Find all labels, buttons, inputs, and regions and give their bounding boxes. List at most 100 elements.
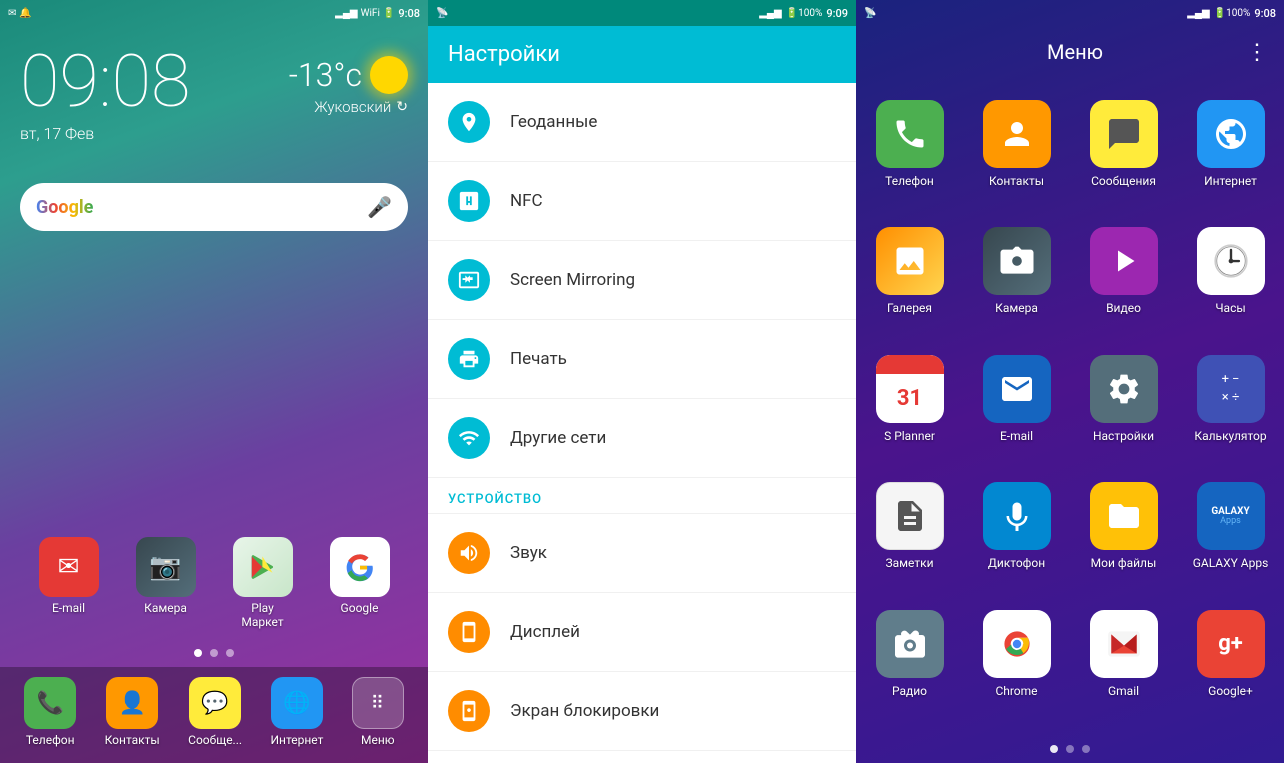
weather-temp: -13°с [289, 56, 362, 94]
menu-app-video[interactable]: Видео [1070, 215, 1177, 342]
myfiles-icon [1090, 482, 1158, 550]
menu-app-googleplus[interactable]: g+ Google+ [1177, 598, 1284, 725]
chrome-svg [996, 623, 1038, 665]
dock-camera-app[interactable]: 📷 Камера [136, 537, 196, 629]
internet-label2: Интернет [1204, 174, 1257, 188]
gallery-label: Галерея [887, 301, 932, 315]
menu-app-gallery[interactable]: Галерея [856, 215, 963, 342]
geodata-icon-circle [448, 101, 490, 143]
bottom-contacts-app[interactable]: 👤 Контакты [105, 677, 160, 747]
bottom-messages-app[interactable]: 💬 Сообще... [188, 677, 242, 747]
settings-status-bar: 📡 ▂▄▆ 🔋100% 9:09 [428, 0, 856, 26]
galaxyapps-icon: GALAXY Apps [1197, 482, 1265, 550]
settings-item-mirroring[interactable]: Screen Mirroring [428, 241, 856, 320]
settings-battery: 🔋100% [786, 8, 823, 19]
settings-item-display[interactable]: Дисплей [428, 593, 856, 672]
bottom-contacts-icon: 👤 [106, 677, 158, 729]
bottom-menu-icon: ⠿ [352, 677, 404, 729]
settings-item-networks[interactable]: Другие сети [428, 399, 856, 478]
dock-email-app[interactable]: ✉ E-mail [39, 537, 99, 629]
menu-app-gmail[interactable]: Gmail [1070, 598, 1177, 725]
menu-app-internet[interactable]: Интернет [1177, 88, 1284, 215]
menu-app-myfiles[interactable]: Мои файлы [1070, 470, 1177, 597]
networks-icon [458, 427, 480, 449]
bottom-contacts-label: Контакты [105, 733, 160, 747]
settings-item-print[interactable]: Печать [428, 320, 856, 399]
menu-app-clock[interactable]: Часы [1177, 215, 1284, 342]
settings-icon [1090, 355, 1158, 423]
menu-app-splanner[interactable]: 31 S Planner [856, 343, 963, 470]
menu-signal: ▂▄▆ [1187, 8, 1209, 19]
gmail-svg [1105, 625, 1143, 663]
refresh-icon[interactable]: ↻ [396, 99, 408, 115]
location-icon [458, 111, 480, 133]
nfc-label: NFC [510, 191, 543, 211]
contacts-icon2 [983, 100, 1051, 168]
camera-label2: Камера [995, 301, 1038, 315]
settings-item-sound[interactable]: Звук [428, 514, 856, 593]
menu-app-notes[interactable]: Заметки [856, 470, 963, 597]
myfiles-svg [1106, 498, 1142, 534]
google-logo: Google [36, 197, 93, 218]
dictaphone-icon [983, 482, 1051, 550]
contacts-svg [999, 116, 1035, 152]
galaxyapps-label: GALAXY Apps [1193, 556, 1269, 570]
dock-camera-icon: 📷 [136, 537, 196, 597]
nav-dots [0, 639, 428, 667]
notes-label: Заметки [885, 556, 933, 570]
lockscreen-icon [458, 700, 480, 722]
nav-dot-3 [226, 649, 234, 657]
home-status-right-icons: ▂▄▆ WiFi 🔋 9:08 [335, 7, 420, 20]
settings-notif-icon: 📡 [436, 8, 448, 19]
battery-icon: 🔋 [383, 8, 395, 19]
menu-app-camera[interactable]: Камера [963, 215, 1070, 342]
settings-item-geodata[interactable]: Геоданные [428, 83, 856, 162]
menu-app-galaxyapps[interactable]: GALAXY Apps GALAXY Apps [1177, 470, 1284, 597]
menu-app-contacts[interactable]: Контакты [963, 88, 1070, 215]
email-icon2 [983, 355, 1051, 423]
mic-icon[interactable]: 🎤 [367, 195, 392, 219]
menu-app-telefon[interactable]: Телефон [856, 88, 963, 215]
dock-playmarket-app[interactable]: PlayМаркет [233, 537, 293, 629]
menu-notif-icon: 📡 [864, 8, 876, 19]
menu-app-messages[interactable]: Сообщения [1070, 88, 1177, 215]
menu-overflow-button[interactable]: ⋮ [1246, 40, 1268, 65]
camera-svg [999, 243, 1035, 279]
menu-app-email[interactable]: E-mail [963, 343, 1070, 470]
mirroring-label: Screen Mirroring [510, 270, 635, 290]
calc-divide: ÷ [1232, 390, 1239, 405]
clock-date: вт, 17 Фев [20, 124, 190, 143]
settings-item-lockscreen[interactable]: Экран блокировки [428, 672, 856, 751]
internet-svg [1213, 116, 1249, 152]
settings-title: Настройки [448, 42, 560, 67]
menu-app-dictaphone[interactable]: Диктофон [963, 470, 1070, 597]
menu-header-title: Меню [904, 40, 1246, 64]
print-icon-circle [448, 338, 490, 380]
settings-item-nfc[interactable]: NFC [428, 162, 856, 241]
menu-app-radio[interactable]: Радио [856, 598, 963, 725]
menu-app-settings[interactable]: Настройки [1070, 343, 1177, 470]
bottom-menu-app[interactable]: ⠿ Меню [352, 677, 404, 747]
home-time: 9:08 [398, 7, 420, 20]
menu-app-chrome[interactable]: Chrome [963, 598, 1070, 725]
menu-time: 9:08 [1254, 7, 1276, 20]
page-dots [856, 735, 1284, 763]
menu-app-calculator[interactable]: + − × ÷ Калькулятор [1177, 343, 1284, 470]
bottom-phone-app[interactable]: 📞 Телефон [24, 677, 76, 747]
page-dot-1 [1050, 745, 1058, 753]
sun-icon [370, 56, 408, 94]
splanner-icon: 31 [876, 355, 944, 423]
home-status-left-icons: ✉ 🔔 [8, 8, 32, 19]
clock-weather-area: 09:08 вт, 17 Фев -13°с Жуковский ↻ [0, 26, 428, 153]
chrome-icon [983, 610, 1051, 678]
dock-playmarket-label: PlayМаркет [241, 601, 283, 629]
dock-google-app[interactable]: Google [330, 537, 390, 629]
apps-grid: Телефон Контакты Сообщения Интернет [856, 78, 1284, 735]
google-search-bar[interactable]: Google 🎤 [20, 183, 408, 231]
weather-city: Жуковский ↻ [314, 98, 408, 116]
clock-label: Часы [1215, 301, 1245, 315]
bottom-internet-app[interactable]: 🌐 Интернет [270, 677, 323, 747]
clock-time: 09:08 [20, 46, 190, 118]
notes-icon [876, 482, 944, 550]
menu-header: Меню ⋮ [856, 26, 1284, 78]
